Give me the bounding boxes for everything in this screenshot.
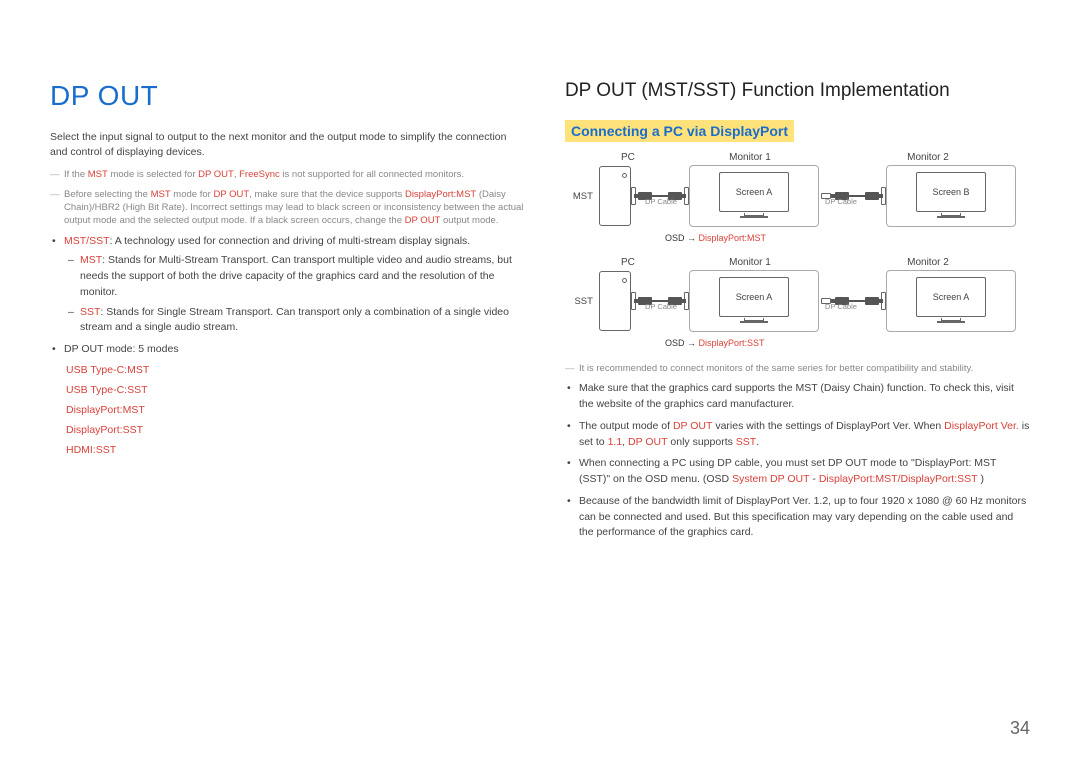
mode-item: USB Type-C:MST [66,364,525,376]
def-mst-sst: MST/SST: A technology used for connectio… [64,234,525,337]
left-column: DP OUT Select the input signal to output… [50,80,525,547]
right-bullets: Make sure that the graphics card support… [565,381,1030,541]
screen-label: Screen A [719,172,789,212]
right-column: DP OUT (MST/SST) Function Implementation… [565,80,1030,547]
mode-list: USB Type-C:MST USB Type-C:SST DisplayPor… [50,364,525,456]
diagram-headers: PC Monitor 1 Monitor 2 [599,257,1030,268]
cable-label: DP Cable [825,197,857,206]
bullet-3: When connecting a PC using DP cable, you… [579,456,1030,488]
pc-icon [599,166,631,226]
section-title: DP OUT [50,80,525,112]
monitor-1: Screen A [689,270,819,332]
def-mst: MST: Stands for Multi-Stream Transport. … [80,253,525,300]
mode-item: DisplayPort:SST [66,424,525,436]
note-3: It is recommended to connect monitors of… [565,362,1030,375]
highlight-heading: Connecting a PC via DisplayPort [565,120,794,142]
bullet-4: Because of the bandwidth limit of Displa… [579,494,1030,541]
manual-page: DP OUT Select the input signal to output… [0,0,1080,577]
screen-label: Screen A [916,277,986,317]
cable-label: DP Cable [645,302,677,311]
mode-item: HDMI:SST [66,444,525,456]
bullet-2: The output mode of DP OUT varies with th… [579,419,1030,451]
note-1: If the MST mode is selected for DP OUT, … [50,168,525,181]
osd-note-mst: OSD → DisplayPort:MST [665,233,1030,243]
subsection-title: DP OUT (MST/SST) Function Implementation [565,80,1030,102]
definition-list: MST/SST: A technology used for connectio… [50,234,525,358]
page-number: 34 [1010,718,1030,739]
modes-heading: DP OUT mode: 5 modes [64,342,525,358]
note-2: Before selecting the MST mode for DP OUT… [50,188,525,228]
mode-item: DisplayPort:MST [66,404,525,416]
monitor-2: Screen A [886,270,1016,332]
bullet-1: Make sure that the graphics card support… [579,381,1030,413]
diagram-headers: PC Monitor 1 Monitor 2 [599,152,1030,163]
mode-item: USB Type-C:SST [66,384,525,396]
def-sst: SST: Stands for Single Stream Transport.… [80,305,525,337]
intro-text: Select the input signal to output to the… [50,130,525,160]
cable-label: DP Cable [645,197,677,206]
monitor-2: Screen B [886,165,1016,227]
monitor-1: Screen A [689,165,819,227]
pc-icon [599,271,631,331]
screen-label: Screen B [916,172,986,212]
diagram-sst: SST Screen A Screen A [565,270,1030,332]
diagram-mst: MST Screen A Screen B [565,165,1030,227]
row-label-sst: SST [565,296,599,307]
row-label-mst: MST [565,191,599,202]
screen-label: Screen A [719,277,789,317]
osd-note-sst: OSD → DisplayPort:SST [665,338,1030,348]
cable-label: DP Cable [825,302,857,311]
